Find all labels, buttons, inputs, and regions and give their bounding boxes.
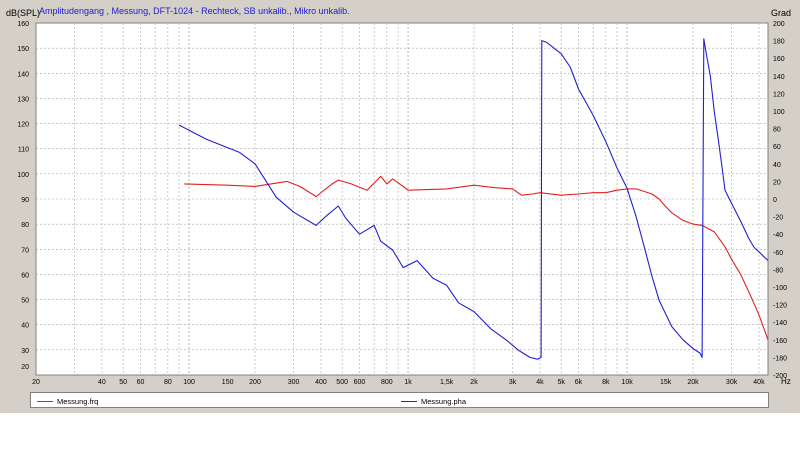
y-tick-left-label: 30 <box>21 348 29 355</box>
x-tick-label: 8k <box>602 379 610 386</box>
x-tick-label: 30k <box>726 379 738 386</box>
y-tick-right-label: 60 <box>773 144 781 151</box>
y-tick-left-label: 140 <box>17 71 29 78</box>
x-tick-label: 40 <box>98 379 106 386</box>
x-tick-label: 80 <box>164 379 172 386</box>
x-tick-label: 15k <box>660 379 672 386</box>
y-tick-right-label: -140 <box>773 320 787 327</box>
y-tick-left-label: 100 <box>17 172 29 179</box>
y-axis-right-label: Grad <box>771 8 792 18</box>
x-tick-label: 150 <box>222 379 234 386</box>
y-tick-right-label: -180 <box>773 355 787 362</box>
x-tick-label: 4k <box>536 379 544 386</box>
x-tick-label: 6k <box>575 379 583 386</box>
x-tick-label: 1k <box>404 379 412 386</box>
x-tick-label: 3k <box>509 379 517 386</box>
x-tick-label: 5k <box>557 379 565 386</box>
y-tick-right-label: -160 <box>773 338 787 345</box>
legend-label-frq: Messung.frq <box>57 396 99 406</box>
y-tick-right-label: 0 <box>773 197 777 204</box>
y-tick-right-label: 200 <box>773 21 785 28</box>
x-tick-label: 20 <box>32 379 40 386</box>
y-tick-left-label: 20 <box>21 364 29 371</box>
x-tick-label: 40k <box>753 379 765 386</box>
x-tick-label: 20k <box>687 379 699 386</box>
y-tick-left-label: 120 <box>17 122 29 129</box>
y-tick-right-label: 160 <box>773 56 785 63</box>
x-tick-label: 500 <box>336 379 348 386</box>
x-tick-label: 800 <box>381 379 393 386</box>
chart: 30 40 50 60 70 80 90 100 110 120 130 140 150 160 20 -20… <box>17 21 787 386</box>
y-tick-right-label: 100 <box>773 109 785 116</box>
x-tick-label: 10k <box>621 379 633 386</box>
legend-item-pha: Messung.pha <box>401 394 466 408</box>
y-axis-left-label: dB(SPL) <box>6 8 41 18</box>
y-tick-left-label: 130 <box>17 96 29 103</box>
x-tick-label: 2k <box>470 379 478 386</box>
y-tick-right-label: 120 <box>773 91 785 98</box>
legend-item-frq: Messung.frq <box>37 394 98 408</box>
chart-window: 30 40 50 60 70 80 90 100 110 120 130 140 150 160 20 -20… <box>0 0 800 413</box>
y-tick-left-label: 90 <box>21 197 29 204</box>
chart-title: Amplitudengang , Messung, DFT-1024 - Rec… <box>39 6 350 16</box>
y-tick-left-label: 60 <box>21 272 29 279</box>
x-tick-label: 300 <box>288 379 300 386</box>
y-tick-right-label: 20 <box>773 179 781 186</box>
x-tick-label: 200 <box>249 379 261 386</box>
y-tick-right-label: 40 <box>773 162 781 169</box>
y-tick-left-label: 160 <box>17 21 29 28</box>
x-tick-label: 400 <box>315 379 327 386</box>
y-tick-right-label: 180 <box>773 39 785 46</box>
y-tick-left-label: 70 <box>21 247 29 254</box>
legend-swatch-pha <box>401 400 417 402</box>
y-tick-left-label: 150 <box>17 46 29 53</box>
y-tick-right-label: -20 <box>773 215 783 222</box>
y-tick-left-label: 80 <box>21 222 29 229</box>
x-tick-label: 1,5k <box>440 379 454 386</box>
y-tick-right-label: -80 <box>773 267 783 274</box>
y-tick-right-label: 140 <box>773 74 785 81</box>
legend: Messung.frq Messung.pha <box>30 392 769 408</box>
x-tick-label: 60 <box>137 379 145 386</box>
y-tick-left-label: 110 <box>18 147 29 154</box>
y-tick-left-label: 40 <box>21 323 29 330</box>
x-axis-unit-label: Hz <box>781 377 791 386</box>
legend-label-pha: Messung.pha <box>421 396 467 406</box>
background-area <box>0 413 800 470</box>
x-tick-label: 50 <box>119 379 127 386</box>
y-tick-right-label: -60 <box>773 250 783 257</box>
x-tick-label: 600 <box>354 379 366 386</box>
y-tick-right-label: -100 <box>773 285 787 292</box>
y-tick-right-label: -120 <box>773 303 787 310</box>
y-tick-left-label: 50 <box>21 298 29 305</box>
y-tick-right-label: -40 <box>773 232 783 239</box>
y-tick-right-label: 80 <box>773 127 781 134</box>
x-tick-label: 100 <box>183 379 195 386</box>
legend-swatch-frq <box>37 400 53 402</box>
